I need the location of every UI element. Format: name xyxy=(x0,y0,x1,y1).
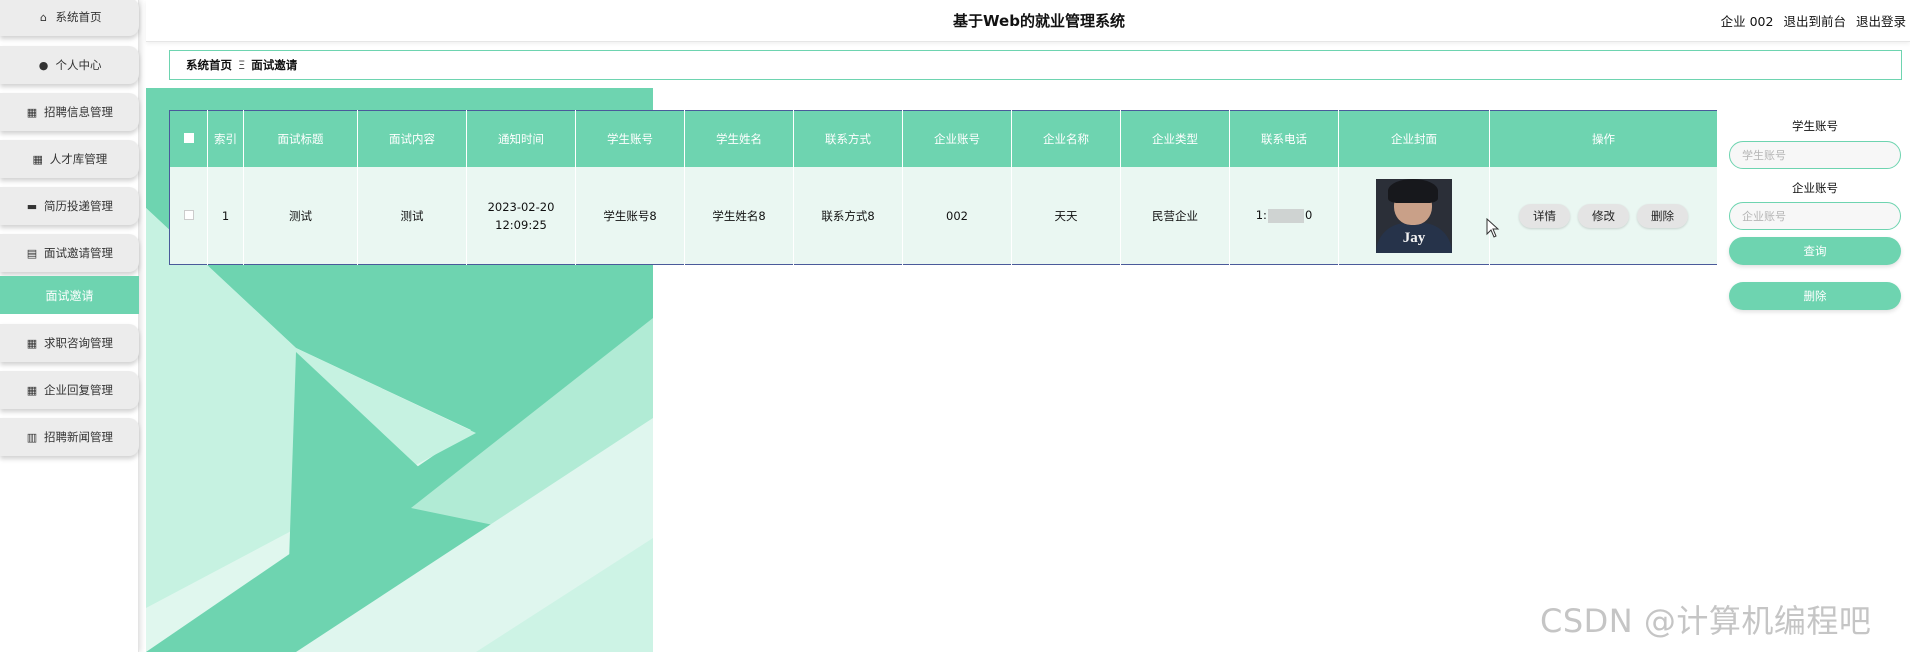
sidebar-item-recruit-news[interactable]: ▥ 招聘新闻管理 xyxy=(0,418,139,456)
query-button[interactable]: 查询 xyxy=(1729,237,1901,265)
student-account-label: 学生账号 xyxy=(1792,119,1838,133)
company-account-label: 企业账号 xyxy=(1792,181,1838,195)
table-header-row: 索引 面试标题 面试内容 通知时间 学生账号 学生姓名 联系方式 企业账号 企业… xyxy=(169,110,1718,167)
sidebar-item-label: 系统首页 xyxy=(55,10,102,24)
top-bar: 基于Web的就业管理系统 企业 002 退出到前台 退出登录 xyxy=(146,0,1910,42)
sidebar-item-label: 简历投递管理 xyxy=(44,199,113,213)
batch-delete-button[interactable]: 删除 xyxy=(1729,282,1901,310)
company-account-input[interactable] xyxy=(1729,202,1901,230)
sidebar-item-label: 面试邀请管理 xyxy=(44,246,113,260)
sidebar-item-talent-pool[interactable]: ▦ 人才库管理 xyxy=(0,140,139,178)
column-header: 企业名称 xyxy=(1011,110,1121,167)
sidebar: ⌂ 系统首页 ● 个人中心 ▦ 招聘信息管理 ▦ 人才库管理 ▬ 简历投递管理 … xyxy=(0,0,139,652)
column-header: 面试标题 xyxy=(243,110,358,167)
delete-row-button[interactable]: 删除 xyxy=(1637,203,1688,228)
cell-contact: 联系方式8 xyxy=(793,166,903,265)
cover-text: Jay xyxy=(1402,229,1426,246)
phone-redaction xyxy=(1267,208,1304,223)
row-select-cell[interactable] xyxy=(169,166,208,265)
breadcrumb-current: 面试邀请 xyxy=(251,58,298,72)
sidebar-item-home[interactable]: ⌂ 系统首页 xyxy=(0,0,139,36)
cell-index: 1 xyxy=(207,166,244,265)
table-row: 1 测试 测试 2023-02-20 12:09:25 学生账号8 学生姓名8 … xyxy=(169,166,1718,265)
sidebar-item-profile[interactable]: ● 个人中心 xyxy=(0,46,139,84)
column-header: 联系方式 xyxy=(793,110,903,167)
breadcrumb-separator-icon: Ξ xyxy=(238,58,246,72)
select-all-checkbox[interactable] xyxy=(183,132,194,143)
sidebar-item-interview-manage[interactable]: ▤ 面试邀请管理 xyxy=(0,234,139,272)
sidebar-item-label: 求职咨询管理 xyxy=(44,336,113,350)
logout-link[interactable]: 退出登录 xyxy=(1856,11,1906,30)
company-cover-image[interactable]: Jay xyxy=(1376,178,1452,253)
user-icon: ● xyxy=(38,58,49,72)
breadcrumb-home[interactable]: 系统首页 xyxy=(186,57,232,73)
column-header: 企业类型 xyxy=(1120,110,1230,167)
top-links: 企业 002 退出到前台 退出登录 xyxy=(1721,11,1906,30)
cell-notify-time: 2023-02-20 12:09:25 xyxy=(466,166,576,265)
column-header: 操作 xyxy=(1489,110,1718,167)
grid-icon: ▦ xyxy=(26,336,38,350)
column-header: 学生账号 xyxy=(575,110,685,167)
select-all-header[interactable] xyxy=(169,110,208,167)
grid-icon: ▦ xyxy=(26,105,38,119)
cell-title: 测试 xyxy=(243,166,358,265)
home-icon: ⌂ xyxy=(40,10,47,24)
sidebar-item-company-reply[interactable]: ▦ 企业回复管理 xyxy=(0,371,139,409)
column-header: 学生姓名 xyxy=(684,110,794,167)
row-checkbox[interactable] xyxy=(183,209,194,220)
app-title: 基于Web的就业管理系统 xyxy=(953,12,1125,30)
back-to-front-link[interactable]: 退出到前台 xyxy=(1783,11,1846,30)
sidebar-item-label: 人才库管理 xyxy=(49,152,108,166)
cell-company-account: 002 xyxy=(902,166,1012,265)
column-header: 索引 xyxy=(207,110,244,167)
sidebar-item-label: 招聘新闻管理 xyxy=(44,430,113,444)
column-header: 企业账号 xyxy=(902,110,1012,167)
breadcrumb: 系统首页 Ξ 面试邀请 xyxy=(169,50,1902,80)
cell-cover: Jay xyxy=(1338,166,1490,265)
student-account-input[interactable] xyxy=(1729,141,1901,169)
sidebar-item-resume-delivery[interactable]: ▬ 简历投递管理 xyxy=(0,187,139,225)
phone-suffix: 0 xyxy=(1304,208,1313,223)
column-header: 联系电话 xyxy=(1229,110,1339,167)
grid-icon: ▦ xyxy=(32,152,43,166)
monitor-icon: ▬ xyxy=(26,199,38,213)
detail-button[interactable]: 详情 xyxy=(1519,203,1570,228)
sidebar-item-label: 个人中心 xyxy=(55,58,102,72)
list-grid-icon: ▥ xyxy=(26,430,38,444)
column-header: 面试内容 xyxy=(357,110,467,167)
user-label: 企业 002 xyxy=(1720,14,1774,29)
cell-content: 测试 xyxy=(357,166,467,265)
sidebar-subitem-interview-invite[interactable]: 面试邀请 xyxy=(0,276,139,314)
cell-company-name: 天天 xyxy=(1011,166,1121,265)
sidebar-item-job-consult[interactable]: ▦ 求职咨询管理 xyxy=(0,324,139,362)
sidebar-item-label: 企业回复管理 xyxy=(44,383,113,397)
sidebar-item-recruit-info[interactable]: ▦ 招聘信息管理 xyxy=(0,93,139,131)
cell-student-name: 学生姓名8 xyxy=(684,166,794,265)
column-header: 通知时间 xyxy=(466,110,576,167)
phone-prefix: 1: xyxy=(1255,208,1267,223)
column-header: 企业封面 xyxy=(1338,110,1490,167)
mouse-cursor-icon xyxy=(1486,218,1500,238)
edit-button[interactable]: 修改 xyxy=(1578,203,1629,228)
cell-company-type: 民营企业 xyxy=(1120,166,1230,265)
interview-table: 索引 面试标题 面试内容 通知时间 学生账号 学生姓名 联系方式 企业账号 企业… xyxy=(169,110,1718,265)
sidebar-item-label: 面试邀请 xyxy=(45,288,94,303)
watermark: CSDN @计算机编程吧 xyxy=(1540,602,1872,640)
cell-actions: 详情 修改 删除 xyxy=(1489,166,1718,265)
cell-phone: 1: 0 xyxy=(1229,166,1339,265)
grid-icon: ▦ xyxy=(26,383,38,397)
sidebar-item-label: 招聘信息管理 xyxy=(44,105,113,119)
cell-student-account: 学生账号8 xyxy=(575,166,685,265)
clipboard-icon: ▤ xyxy=(26,246,38,260)
